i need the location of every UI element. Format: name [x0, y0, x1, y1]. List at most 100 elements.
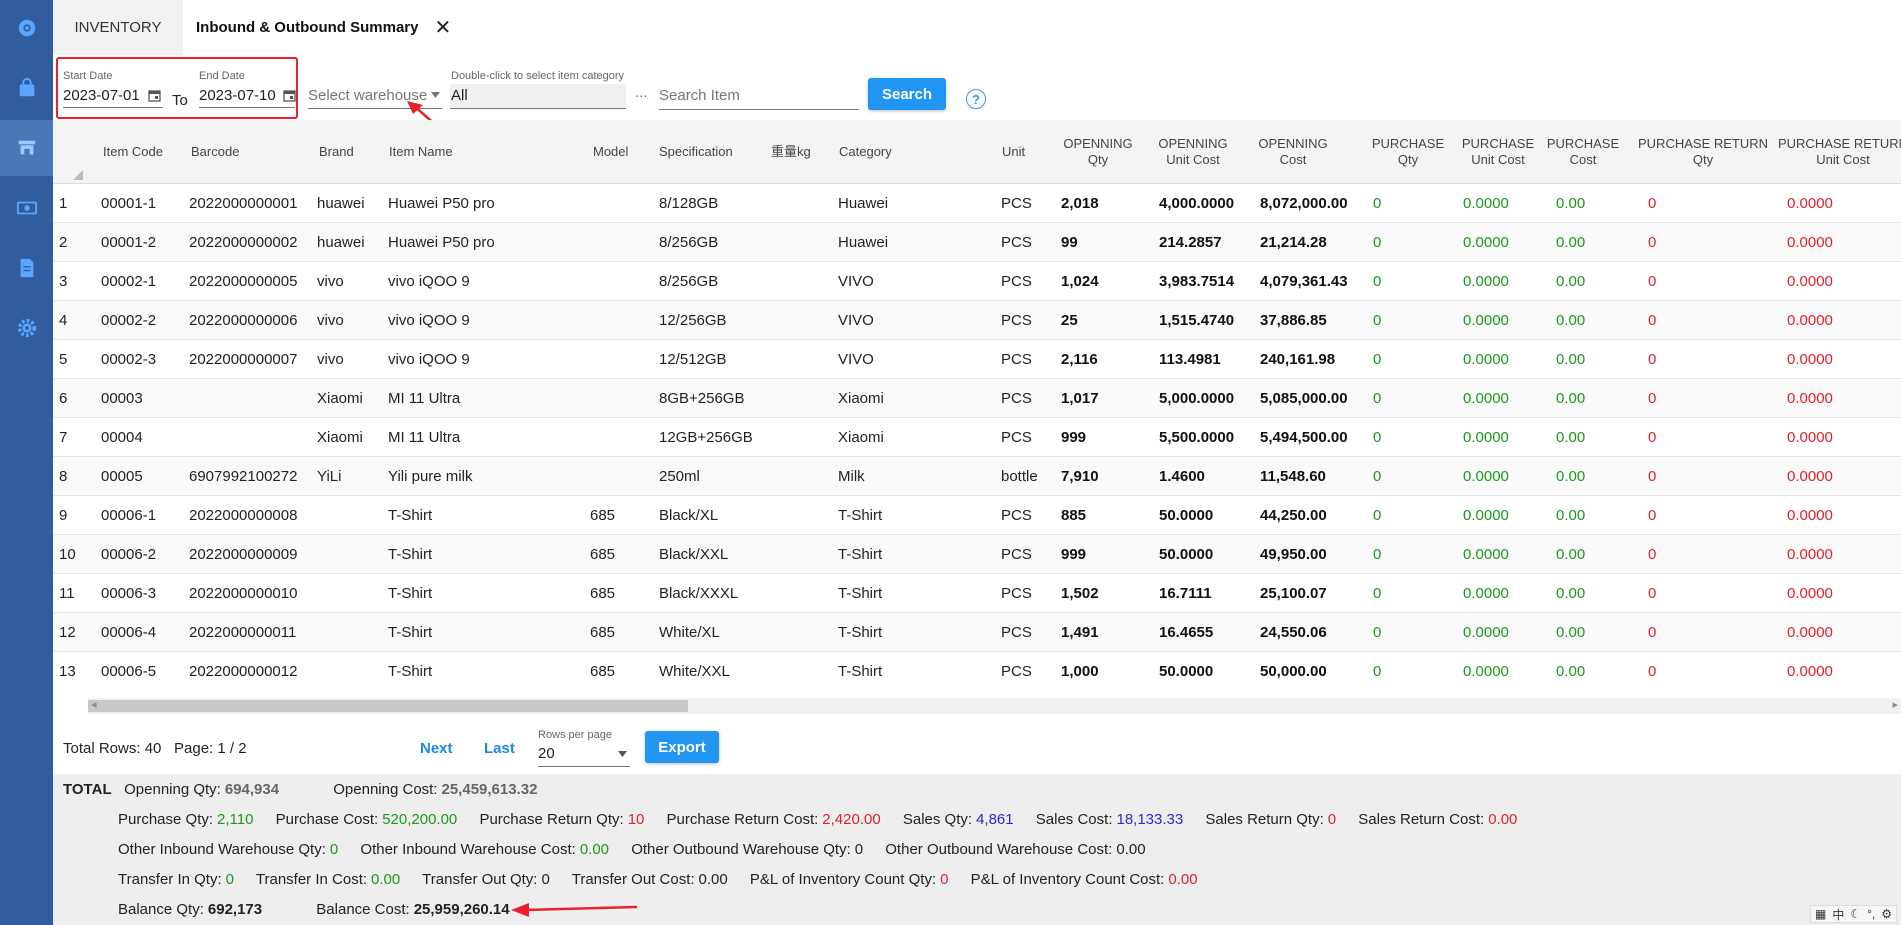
sidebar-item-finance[interactable]	[0, 180, 53, 236]
cell-prq: 0	[1648, 273, 1657, 290]
header-barcode[interactable]: Barcode	[191, 120, 239, 184]
tab-inventory-label: INVENTORY	[74, 19, 162, 36]
totals-title: TOTAL	[63, 781, 112, 798]
header-purchase-return-unit-cost[interactable]: PURCHASE RETURN Unit Cost	[1773, 120, 1901, 184]
tab-inventory[interactable]: INVENTORY	[53, 0, 183, 55]
header-specification[interactable]: Specification	[659, 120, 733, 184]
category-browse-button[interactable]: ...	[635, 84, 648, 101]
header-item-name[interactable]: Item Name	[389, 120, 453, 184]
rows-per-page-select[interactable]: 20	[538, 745, 555, 762]
sidebar-item-reports[interactable]	[0, 240, 53, 296]
search-button[interactable]: Search	[868, 78, 946, 110]
cell-no: 5	[59, 351, 68, 368]
cell-oq: 2,018	[1061, 195, 1099, 212]
category-input[interactable]: All	[450, 84, 626, 109]
ime-toolbar[interactable]: ▦ 中 ☾ °, ⚙	[1809, 905, 1897, 923]
sidebar-item-dashboard[interactable]	[0, 0, 53, 56]
tab-bar: INVENTORY Inbound & Outbound Summary ✕	[53, 0, 1901, 55]
cell-oq: 1,024	[1061, 273, 1099, 290]
cell-no: 11	[59, 585, 75, 602]
cell-prq: 0	[1648, 312, 1657, 329]
header-model[interactable]: Model	[593, 120, 628, 184]
table-row[interactable]: 12 00006-4 2022000000011 T-Shirt 685 White/XL…	[53, 613, 1901, 652]
help-icon[interactable]: ?	[966, 89, 986, 109]
scroll-right-arrow-icon[interactable]: ▸	[1892, 698, 1898, 711]
transfer-out-cost-label: Transfer Out Cost:	[571, 871, 695, 888]
search-input[interactable]: Search Item	[659, 87, 740, 104]
cell-prq: 0	[1648, 546, 1657, 563]
table-row[interactable]: 10 00006-2 2022000000009 T-Shirt 685 Black/XX…	[53, 535, 1901, 574]
cell-puc: 0.0000	[1463, 234, 1509, 251]
close-icon[interactable]: ✕	[434, 15, 451, 40]
purchase-return-qty-value: 10	[627, 811, 645, 828]
start-date-input[interactable]: 2023-07-01	[63, 87, 140, 104]
cell-category: T-Shirt	[838, 663, 883, 680]
calendar-icon[interactable]	[148, 89, 161, 102]
calendar-icon[interactable]	[283, 89, 296, 102]
scroll-left-arrow-icon[interactable]: ◂	[91, 698, 97, 711]
totals-line-purchase-sales: Purchase Qty: 2,110 Purchase Cost: 520,200…	[118, 811, 1535, 828]
table-row[interactable]: 6 00003 Xiaomi MI 11 Ultra 8GB+256GB Xiaomi PC…	[53, 379, 1901, 418]
table-row[interactable]: 7 00004 Xiaomi MI 11 Ultra 12GB+256GB Xiaomi P…	[53, 418, 1901, 457]
ime-grid-icon[interactable]: ▦	[1815, 907, 1826, 921]
table-row[interactable]: 8 00005 6907992100272 YiLi Yili pure milk 250…	[53, 457, 1901, 496]
header-purchase-qty[interactable]: PURCHASE Qty	[1363, 120, 1453, 184]
sidebar-item-inventory[interactable]	[0, 120, 53, 176]
cell-name: MI 11 Ultra	[388, 390, 461, 407]
sidebar-item-purchase[interactable]	[0, 60, 53, 116]
cell-puc: 0.0000	[1463, 273, 1509, 290]
cell-code: 00006-3	[101, 585, 157, 602]
cell-spec: 8/128GB	[659, 195, 719, 212]
resize-corner-icon	[73, 170, 83, 180]
header-purchase-cost[interactable]: PURCHASE Cost	[1543, 120, 1623, 184]
cell-barcode: 2022000000012	[189, 663, 298, 680]
header-purchase-unit-cost[interactable]: PURCHASE Unit Cost	[1453, 120, 1543, 184]
table-row[interactable]: 1 00001-1 2022000000001 huawei Huawei P50 pr…	[53, 184, 1901, 223]
table-row[interactable]: 9 00006-1 2022000000008 T-Shirt 685 Black/XL T…	[53, 496, 1901, 535]
cell-pc: 0.00	[1556, 312, 1586, 329]
header-purchase-return-qty[interactable]: PURCHASE RETURN Qty	[1638, 120, 1768, 184]
table-row[interactable]: 11 00006-3 2022000000010 T-Shirt 685 Black/XX…	[53, 574, 1901, 613]
header-brand[interactable]: Brand	[319, 120, 354, 184]
table-row[interactable]: 2 00001-2 2022000000002 huawei Huawei P50 pr…	[53, 223, 1901, 262]
header-weight[interactable]: 重量kg	[771, 120, 811, 184]
opening-qty-label: Openning Qty:	[124, 781, 221, 798]
cell-code: 00002-3	[101, 351, 157, 368]
horizontal-scrollbar[interactable]: ◂ ▸	[88, 698, 1901, 714]
other-outbound-cost-label: Other Outbound Warehouse Cost:	[885, 841, 1113, 858]
cell-ouc: 5,000.0000	[1159, 390, 1235, 407]
cell-spec: 8GB+256GB	[659, 390, 745, 407]
header-unit[interactable]: Unit	[1002, 120, 1025, 184]
table-row[interactable]: 13 00006-5 2022000000012 T-Shirt 685 White/XX…	[53, 652, 1901, 690]
cell-oc: 5,085,000.00	[1260, 390, 1348, 407]
ime-settings-icon[interactable]: ⚙	[1881, 907, 1892, 921]
purchase-cost-value: 520,200.00	[382, 811, 458, 828]
table-row[interactable]: 4 00002-2 2022000000006 vivo vivo iQOO 9 12/2…	[53, 301, 1901, 340]
table-row[interactable]: 3 00002-1 2022000000005 vivo vivo iQOO 9 8/25…	[53, 262, 1901, 301]
ime-punct-label[interactable]: °,	[1867, 907, 1875, 921]
cell-name: MI 11 Ultra	[388, 429, 461, 446]
header-opening-cost[interactable]: OPENNING Cost	[1243, 120, 1343, 184]
next-page-button[interactable]: Next	[420, 740, 453, 757]
scrollbar-thumb[interactable]	[88, 700, 688, 712]
cell-oc: 8,072,000.00	[1260, 195, 1348, 212]
ime-mode-label[interactable]: 中	[1832, 906, 1844, 923]
table-row[interactable]: 5 00002-3 2022000000007 vivo vivo iQOO 9 12/5…	[53, 340, 1901, 379]
cell-prq: 0	[1648, 624, 1657, 641]
last-page-button[interactable]: Last	[484, 740, 515, 757]
sidebar-item-settings[interactable]	[0, 300, 53, 356]
header-opening-qty[interactable]: OPENNING Qty	[1053, 120, 1143, 184]
total-rows-label: Total Rows: 40	[63, 740, 162, 757]
moon-icon[interactable]: ☾	[1850, 907, 1861, 921]
tab-inbound-outbound-summary[interactable]: Inbound & Outbound Summary ✕	[196, 0, 456, 55]
cell-unit: bottle	[1001, 468, 1038, 485]
header-category[interactable]: Category	[839, 120, 892, 184]
chevron-down-icon[interactable]	[618, 751, 627, 757]
end-date-input[interactable]: 2023-07-10	[199, 87, 276, 104]
chevron-down-icon[interactable]	[431, 92, 440, 98]
header-opening-unit-cost[interactable]: OPENNING Unit Cost	[1143, 120, 1243, 184]
export-button[interactable]: Export	[645, 731, 719, 763]
cell-prq: 0	[1648, 351, 1657, 368]
cell-barcode: 2022000000001	[189, 195, 298, 212]
header-item-code[interactable]: Item Code	[103, 120, 163, 184]
